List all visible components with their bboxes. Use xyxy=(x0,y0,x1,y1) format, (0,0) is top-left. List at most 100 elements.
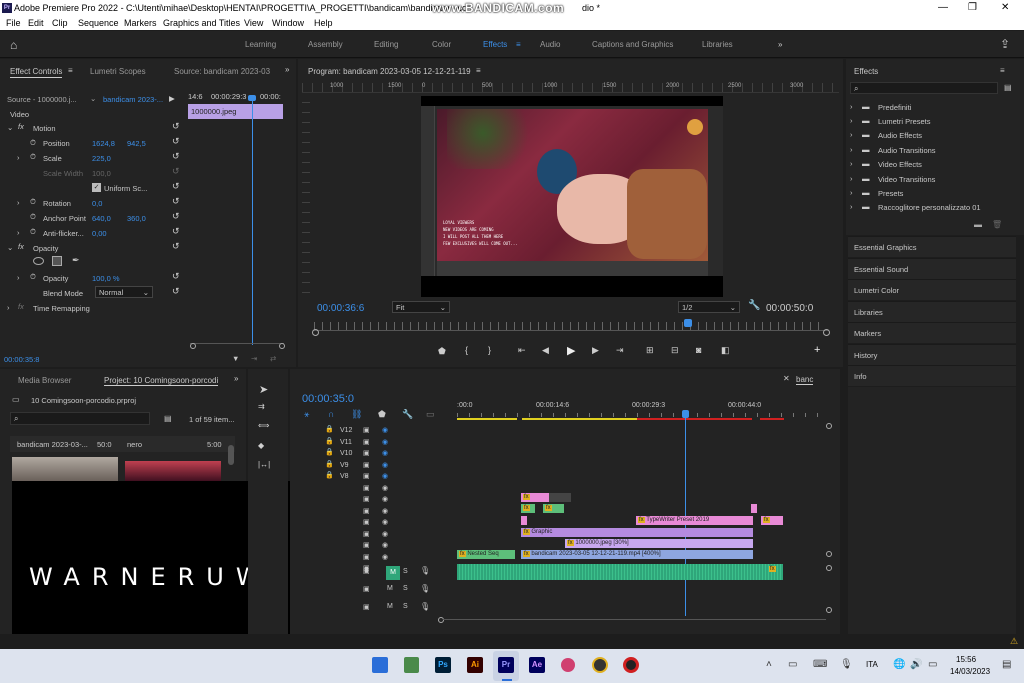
sync-icon[interactable]: ▣ xyxy=(363,552,370,564)
timeline-wrench-icon[interactable]: 🔧 xyxy=(402,409,413,420)
mini-scroll-handle-left[interactable] xyxy=(190,343,196,349)
mark-out-icon[interactable]: } xyxy=(488,345,491,355)
eye-icon[interactable]: ◉ xyxy=(382,529,388,541)
eye-icon[interactable]: ◉ xyxy=(382,540,388,552)
lock-icon[interactable]: 🔒 xyxy=(325,424,334,436)
trash-icon[interactable]: 🗑 xyxy=(992,220,1002,229)
snap-magnet-icon[interactable]: ∩ xyxy=(328,409,334,419)
sync-icon[interactable]: ▣ xyxy=(363,425,370,437)
clip-fx[interactable]: fx xyxy=(761,516,783,525)
export-frame-camera-icon[interactable]: ◙ xyxy=(696,345,701,355)
microphone-icon[interactable]: 🎙 xyxy=(420,602,430,611)
folder-expand-icon[interactable]: › xyxy=(850,130,853,139)
file-explorer-icon[interactable] xyxy=(372,657,388,673)
sync-icon[interactable]: ▣ xyxy=(363,483,370,495)
extract-icon[interactable]: ⊟ xyxy=(671,345,679,356)
wrench-icon[interactable]: 🔧 xyxy=(748,300,760,311)
zoom-handle-right[interactable] xyxy=(823,329,830,336)
clip-fx[interactable]: fx xyxy=(521,493,549,502)
panel-libraries[interactable]: Libraries xyxy=(848,301,1016,322)
sync-icon[interactable]: ▣ xyxy=(363,437,370,449)
mini-clip-bar[interactable]: 1000000.jpeg xyxy=(188,104,283,119)
zoom-handle-left[interactable] xyxy=(312,329,319,336)
effects-menu-icon[interactable]: ≡ xyxy=(1000,66,1005,75)
add-marker-icon[interactable]: ⬟ xyxy=(378,409,386,420)
maximize-icon[interactable]: ❐ xyxy=(968,2,977,13)
anchor-y[interactable]: 360,0 xyxy=(127,214,146,223)
project-item-name[interactable]: nero xyxy=(127,440,142,449)
program-scrubber[interactable] xyxy=(314,322,826,330)
lock-icon[interactable]: 🔒 xyxy=(325,436,334,448)
sync-icon[interactable]: ▣ xyxy=(363,567,370,575)
menu-window[interactable]: Window xyxy=(272,18,304,28)
clip-small[interactable] xyxy=(751,504,757,513)
timeline-tab[interactable]: banc xyxy=(796,375,814,385)
sync-icon[interactable]: ▣ xyxy=(363,506,370,518)
step-back-icon[interactable]: ◀ xyxy=(542,345,549,356)
panel-history[interactable]: History xyxy=(848,344,1016,365)
mini-scrollbar[interactable] xyxy=(190,343,284,347)
effects-folder-audio-transitions[interactable]: Audio Transitions xyxy=(878,146,936,155)
project-search-input[interactable]: ⌕ xyxy=(10,412,150,425)
workspace-learning[interactable]: Learning xyxy=(245,40,276,49)
play-audio-icon[interactable]: ▶ xyxy=(169,94,175,103)
panel-essential-graphics[interactable]: Essential Graphics xyxy=(848,236,1016,257)
resolution-select[interactable]: 1/2 ⌄ xyxy=(678,301,740,313)
play-icon[interactable]: ▶ xyxy=(567,344,575,357)
opacity-prop-expand-icon[interactable]: › xyxy=(17,273,20,282)
step-forward-icon[interactable]: ▶ xyxy=(592,345,599,356)
solo-button-a2[interactable]: S xyxy=(403,585,408,592)
sync-icon[interactable]: ▣ xyxy=(363,540,370,552)
clip-jpeg[interactable]: fx 1000000.jpeg [30%] xyxy=(565,539,753,548)
sequence-link[interactable]: bandicam 2023-... xyxy=(103,95,163,104)
razor-tool-icon[interactable]: ◆ xyxy=(258,441,264,450)
tab-effect-controls[interactable]: Effect Controls xyxy=(10,67,63,78)
menu-sequence[interactable]: Sequence xyxy=(78,18,119,28)
after-effects-icon[interactable]: Ae xyxy=(529,657,545,673)
loop-icon[interactable]: ⇄ xyxy=(270,354,276,363)
keyframe-rotation-icon[interactable]: ⏱ xyxy=(30,197,36,207)
motion-expand-icon[interactable]: ⌄ xyxy=(7,123,13,132)
mini-playhead[interactable] xyxy=(252,99,253,345)
mark-in-icon[interactable]: { xyxy=(465,345,468,355)
tab-project[interactable]: Project: 10 Comingsoon-porcodi xyxy=(104,376,219,386)
folder-expand-icon[interactable]: › xyxy=(850,102,853,111)
solo-button-a1[interactable]: S xyxy=(403,568,408,575)
lift-icon[interactable]: ⊞ xyxy=(646,345,654,356)
reset-opacity-section-icon[interactable]: ↺ xyxy=(172,241,180,252)
mute-button-a3[interactable]: M xyxy=(387,603,393,610)
more-tabs-icon[interactable]: » xyxy=(234,374,238,383)
sync-icon[interactable]: ▣ xyxy=(363,471,370,483)
folder-expand-icon[interactable]: › xyxy=(850,174,853,183)
effects-folder-custom-bin[interactable]: Raccoglitore personalizzato 01 xyxy=(878,203,981,212)
illustrator-icon[interactable]: Ai xyxy=(467,657,483,673)
lock-icon[interactable]: 🔒 xyxy=(325,447,334,459)
folder-expand-icon[interactable]: › xyxy=(850,145,853,154)
snap-nest-icon[interactable]: ⚹ xyxy=(304,409,309,420)
clock-time[interactable]: 15:56 xyxy=(956,655,976,664)
slip-tool-icon[interactable]: |↔| xyxy=(258,460,270,469)
clip-nested-seq[interactable]: fx Nested Seq xyxy=(457,550,515,559)
panel-info[interactable]: Info xyxy=(848,365,1016,386)
effects-folder-video-transitions[interactable]: Video Transitions xyxy=(878,175,935,184)
selection-tool-icon[interactable]: ➤ xyxy=(259,383,268,396)
audio-clip[interactable] xyxy=(457,564,783,580)
bandicam-record-icon[interactable] xyxy=(623,657,639,673)
vscroll-handle-bottom[interactable] xyxy=(826,551,832,557)
language-indicator[interactable]: ITA xyxy=(866,660,878,669)
rotation-expand-icon[interactable]: › xyxy=(17,198,20,207)
calculator-icon[interactable] xyxy=(404,657,419,673)
eye-icon[interactable]: ◉ xyxy=(382,448,388,460)
tray-overflow-icon[interactable]: ˄ xyxy=(766,659,772,670)
workspace-editing[interactable]: Editing xyxy=(374,40,398,49)
folder-expand-icon[interactable]: › xyxy=(850,202,853,211)
mini-scroll-handle-right[interactable] xyxy=(279,343,285,349)
ellipse-mask-icon[interactable] xyxy=(33,257,44,265)
timeline-hscroll[interactable] xyxy=(443,619,826,621)
volume-icon[interactable]: 🔊 xyxy=(910,659,922,670)
sync-icon[interactable]: ▣ xyxy=(363,529,370,541)
clock-date[interactable]: 14/03/2023 xyxy=(950,667,990,676)
scale-value[interactable]: 225,0 xyxy=(92,154,111,163)
effects-folder-presets[interactable]: Presets xyxy=(878,189,903,198)
anchor-x[interactable]: 640,0 xyxy=(92,214,111,223)
